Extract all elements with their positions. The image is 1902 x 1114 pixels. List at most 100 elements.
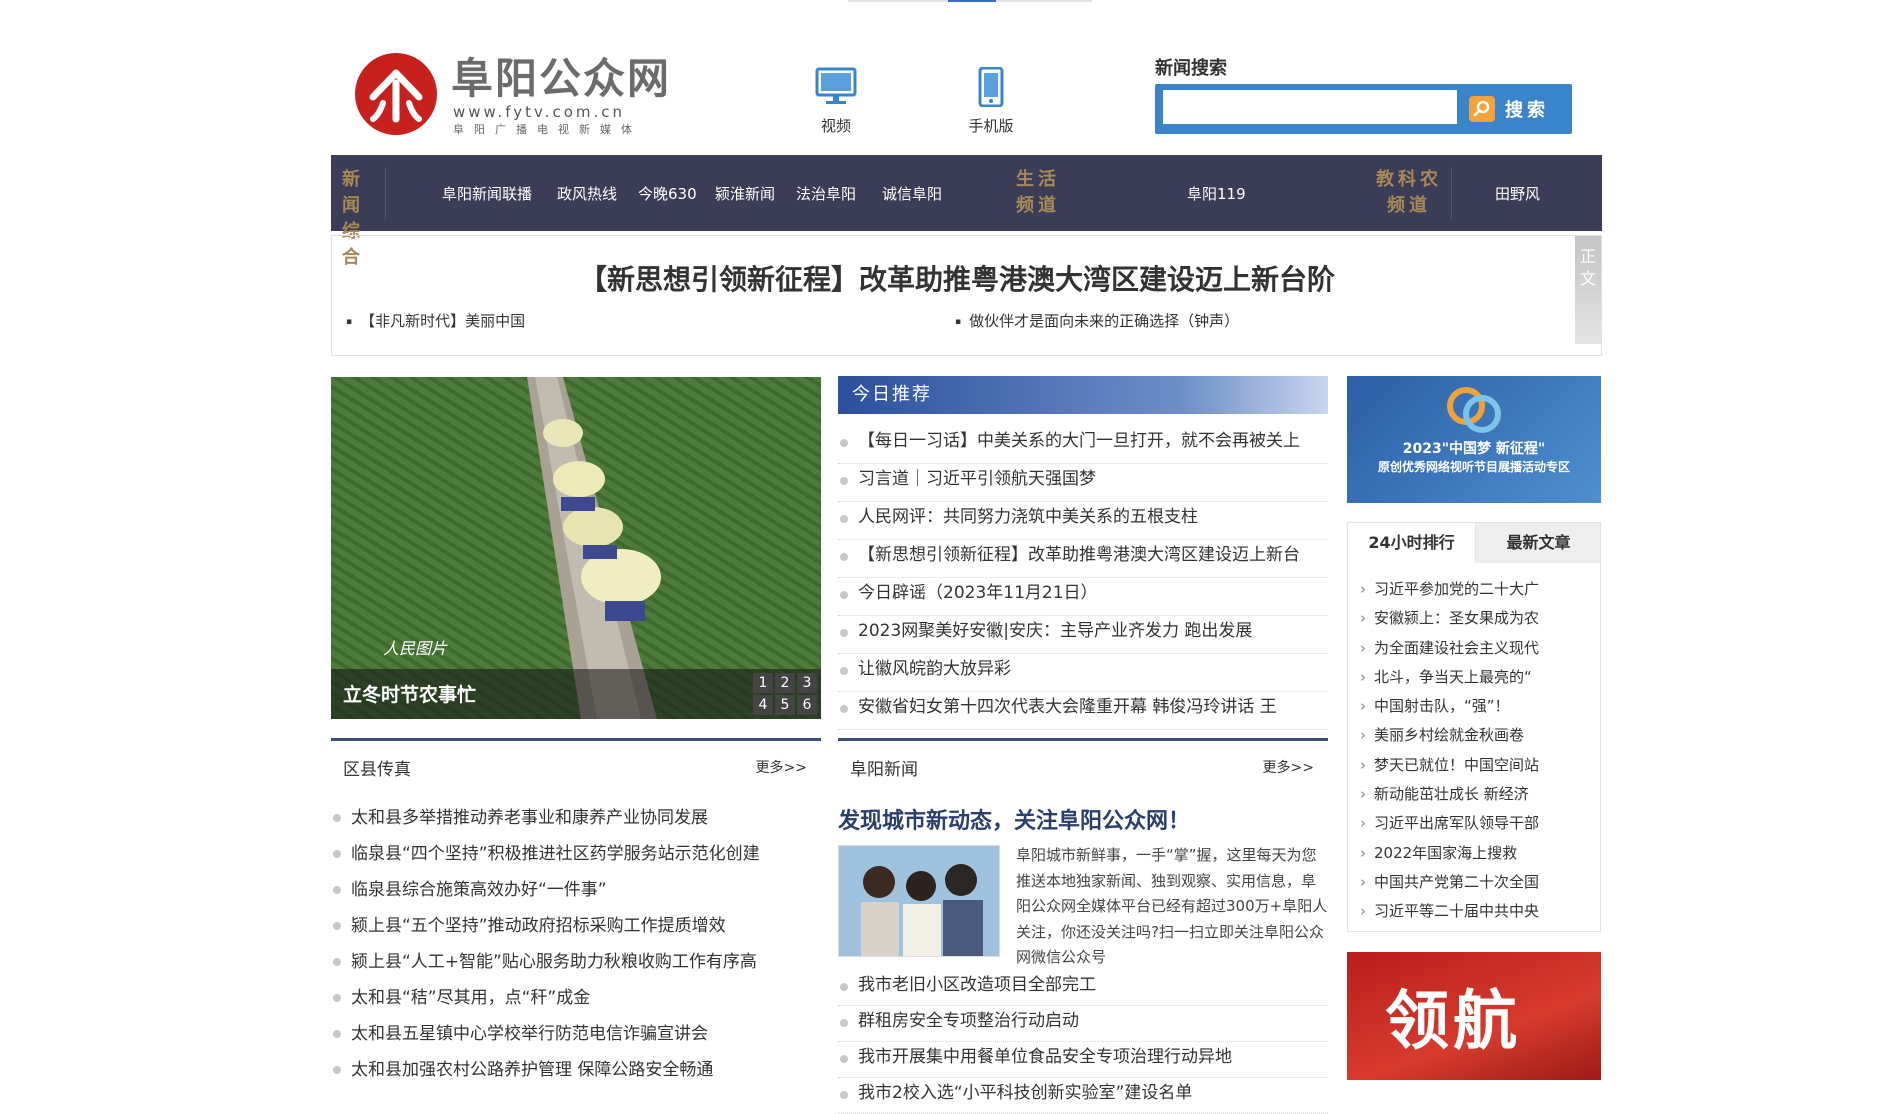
tab-24h-ranking[interactable]: 24小时排行 [1348, 523, 1476, 563]
logo-name: 阜阳公众网 [451, 54, 672, 103]
ranking-tabs: 24小时排行 最新文章 [1348, 523, 1600, 563]
recommend-header: 今日推荐 [838, 376, 1328, 414]
list-item[interactable]: 颍上县“人工+智能”贴心服务助力秋粮收购工作有序高 [331, 944, 821, 980]
promo-subtitle: 原创优秀网络视听节目展播活动专区 [1377, 460, 1570, 474]
promo-title: 2023"中国梦 新征程" [1402, 441, 1546, 457]
list-item[interactable]: 习近平出席军队领导干部 [1360, 809, 1590, 838]
nav-category-education[interactable]: 教科农频道 [1375, 167, 1443, 219]
list-item[interactable]: 我市2校入选“小平科技创新实验室”建设名单 [838, 1078, 1328, 1114]
list-item[interactable]: 今日辟谣（2023年11月21日） [838, 578, 1328, 616]
city-section-title: 阜阳新闻 [850, 760, 918, 780]
nav-item-yinghuai-news[interactable]: 颍淮新闻 [715, 183, 775, 204]
city-more-link[interactable]: 更多>> [1263, 757, 1314, 777]
list-item[interactable]: 颍上县“五个坚持”推动政府招标采购工作提质增效 [331, 908, 821, 944]
nav-divider [1451, 167, 1452, 219]
list-item[interactable]: 太和县“秸”尽其用，点“秆”成金 [331, 980, 821, 1016]
search-input[interactable] [1163, 90, 1457, 124]
list-item[interactable]: 美丽乡村绘就金秋画卷 [1360, 721, 1590, 750]
mobile-link[interactable]: 手机版 [951, 66, 1031, 136]
channel-nav: 新闻综合 阜阳新闻联播 政风热线 今晚630 颍淮新闻 法治阜阳 诚信阜阳 生活… [331, 155, 1602, 268]
recommend-list: 【每日一习话】中美关系的大门一旦打开，就不会再被关上 习言道｜习近平引领航天强国… [838, 426, 1328, 730]
list-item[interactable]: 安徽颍上：圣女果成为农 [1360, 604, 1590, 633]
list-item[interactable]: 习近平参加党的二十大广 [1360, 575, 1590, 604]
county-section-header: 区县传真 更多>> [331, 738, 821, 786]
list-item[interactable]: 人民网评：共同努力浇筑中美关系的五根支柱 [838, 502, 1328, 540]
list-item[interactable]: 我市开展集中用餐单位食品安全专项治理行动异地 [838, 1042, 1328, 1078]
promo-banner[interactable]: 2023"中国梦 新征程" 原创优秀网络视听节目展播活动专区 [1347, 376, 1601, 503]
list-item[interactable]: 新动能茁壮成长 新经济 [1360, 780, 1590, 809]
banner-title: 领航 [1385, 984, 1521, 1059]
slide-pager-1[interactable]: 1 [753, 673, 773, 693]
headline-title[interactable]: 【新思想引领新征程】改革助推粤港澳大湾区建设迈上新台阶 [332, 258, 1582, 298]
city-feature-image[interactable] [838, 845, 1000, 957]
photo-watermark: 人民图片 [383, 639, 448, 658]
farm-photo [331, 377, 821, 719]
nav-item-tonight630[interactable]: 今晚630 [638, 183, 697, 204]
slide-pager-3[interactable]: 3 [797, 673, 817, 693]
list-item[interactable]: 2023网聚美好安徽|安庆：主导产业齐发力 跑出发展 [838, 616, 1328, 654]
top-strip-accent [948, 0, 996, 2]
logo-emblem-icon [355, 53, 437, 135]
list-item[interactable]: 安徽省妇女第十四次代表大会隆重开幕 韩俊冯玲讲话 王 [838, 692, 1328, 730]
list-item[interactable]: 太和县五星镇中心学校举行防范电信诈骗宣讲会 [331, 1016, 821, 1052]
list-item[interactable]: 习言道｜习近平引领航天强国梦 [838, 464, 1328, 502]
nav-item-legal-fuyang[interactable]: 法治阜阳 [796, 183, 856, 204]
nav-item-hotline[interactable]: 政风热线 [557, 183, 617, 204]
list-item[interactable]: 让徽风皖韵大放异彩 [838, 654, 1328, 692]
list-item[interactable]: 为全面建设社会主义现代 [1360, 634, 1590, 663]
list-item[interactable]: 【新思想引领新征程】改革助推粤港澳大湾区建设迈上新台 [838, 540, 1328, 578]
search-button[interactable]: 搜索 [1450, 88, 1568, 130]
logo-url: www.fytv.com.cn [453, 103, 626, 121]
list-item[interactable]: 临泉县“四个坚持”积极推进社区药学服务站示范化创建 [331, 836, 821, 872]
list-item[interactable]: 2022年国家海上搜救 [1360, 839, 1590, 868]
logo-tagline: 阜阳广播电视新媒体 [453, 123, 642, 136]
lingh-banner[interactable]: 领航 [1347, 952, 1601, 1080]
headline-sublink[interactable]: 做伙伴才是面向未来的正确选择（钟声） [955, 310, 1239, 331]
list-item[interactable]: 【每日一习话】中美关系的大门一旦打开，就不会再被关上 [838, 426, 1328, 464]
ranking-list: 习近平参加党的二十大广 安徽颍上：圣女果成为农 为全面建设社会主义现代 北斗，争… [1360, 575, 1590, 927]
headline-side-tab[interactable]: 正文 [1575, 236, 1601, 344]
city-feature-desc: 阜阳城市新鲜事，一手“掌”握，这里每天为您推送本地独家新闻、独到观察、实用信息，… [1016, 846, 1328, 966]
search-icon [1469, 96, 1495, 122]
list-item[interactable]: 梦天已就位！中国空间站 [1360, 751, 1590, 780]
list-item[interactable]: 中国射击队，“强”！ [1360, 692, 1590, 721]
video-label: 视频 [820, 117, 851, 135]
promo-emblem-icon [1447, 387, 1501, 433]
county-more-link[interactable]: 更多>> [756, 757, 807, 777]
list-item[interactable]: 太和县多举措推动养老事业和康养产业协同发展 [331, 800, 821, 836]
list-item[interactable]: 中国共产党第二十次全国 [1360, 868, 1590, 897]
headline-panel: 【新思想引领新征程】改革助推粤港澳大湾区建设迈上新台阶 【非凡新时代】美丽中国 … [331, 235, 1602, 356]
nav-item-fuyang119[interactable]: 阜阳119 [1187, 183, 1246, 204]
photo-slideshow[interactable]: 人民图片 立冬时节农事忙 1 2 3 4 5 6 [331, 377, 821, 719]
search-label: 新闻搜索 [1155, 58, 1227, 79]
city-news-list: 我市老旧小区改造项目全部完工 群租房安全专项整治行动启动 我市开展集中用餐单位食… [838, 970, 1328, 1114]
slide-caption[interactable]: 立冬时节农事忙 [343, 680, 476, 707]
list-item[interactable]: 群租房安全专项整治行动启动 [838, 1006, 1328, 1042]
list-item[interactable]: 临泉县综合施策高效办好“一件事” [331, 872, 821, 908]
site-logo[interactable]: 阜阳公众网 www.fytv.com.cn 阜阳广播电视新媒体 [355, 53, 685, 137]
monitor-icon [796, 67, 876, 111]
city-feature-title[interactable]: 发现城市新动态，关注阜阳公众网！ [838, 803, 1190, 835]
slide-pager-5[interactable]: 5 [775, 695, 795, 715]
headline-sublink[interactable]: 【非凡新时代】美丽中国 [346, 310, 525, 331]
slide-pager-4[interactable]: 4 [753, 695, 773, 715]
nav-item-tianyefeng[interactable]: 田野风 [1495, 183, 1540, 204]
nav-item-news-broadcast[interactable]: 阜阳新闻联播 [442, 183, 532, 204]
slide-pager-6[interactable]: 6 [797, 695, 817, 715]
phone-icon [951, 66, 1031, 111]
video-link[interactable]: 视频 [796, 67, 876, 136]
tab-latest-articles[interactable]: 最新文章 [1475, 523, 1602, 563]
mobile-label: 手机版 [968, 117, 1014, 135]
slide-pager-2[interactable]: 2 [775, 673, 795, 693]
ranking-panel: 24小时排行 最新文章 习近平参加党的二十大广 安徽颍上：圣女果成为农 为全面建… [1347, 522, 1601, 932]
county-news-list: 太和县多举措推动养老事业和康养产业协同发展 临泉县“四个坚持”积极推进社区药学服… [331, 800, 821, 1088]
list-item[interactable]: 太和县加强农村公路养护管理 保障公路安全畅通 [331, 1052, 821, 1088]
list-item[interactable]: 北斗，争当天上最亮的“ [1360, 663, 1590, 692]
nav-divider [385, 167, 386, 219]
nav-item-credit-fuyang[interactable]: 诚信阜阳 [882, 183, 942, 204]
people-photo [839, 846, 999, 956]
nav-category-life[interactable]: 生活频道 [1014, 167, 1062, 219]
list-item[interactable]: 我市老旧小区改造项目全部完工 [838, 970, 1328, 1006]
list-item[interactable]: 习近平等二十届中共中央 [1360, 897, 1590, 926]
city-section-header: 阜阳新闻 更多>> [838, 738, 1328, 786]
